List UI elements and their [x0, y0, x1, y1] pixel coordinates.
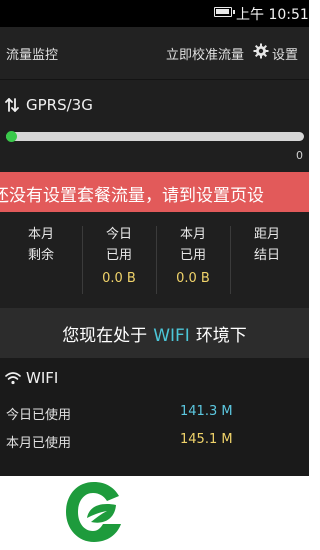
stat-label-line2: 已用 [179, 248, 206, 263]
gprs-usage-progress-bar [6, 132, 304, 141]
stat-label-line2: 剩余 [27, 248, 54, 263]
gear-icon[interactable] [253, 43, 269, 59]
page-title: 流量监控 [6, 48, 59, 63]
stat-label-line2: 已用 [105, 248, 132, 263]
gprs-progress-value: 0 [296, 149, 303, 162]
stat-label-line1: 今日 [105, 227, 132, 242]
gprs-section: GPRS/3G 0 还没有设置套餐流量，请到设置页设 本月 剩余 今日 已用 0… [0, 80, 309, 308]
settings-button[interactable]: 设置 [272, 44, 298, 63]
gprs-title: GPRS/3G [26, 96, 93, 114]
stat-label-line1: 本月 [27, 227, 54, 242]
status-time: 上午 10:51 [236, 7, 309, 23]
environment-suffix: 环境下 [195, 326, 247, 346]
traffic-monitor-app: 上午 10:51 流量监控 立即校准流量 设置 GPRS/3G 0 还没有设置套… [0, 0, 309, 476]
logo-area [58, 476, 309, 550]
wifi-month-label: 本月已使用 [6, 436, 72, 451]
network-environment-banner: 您现在处于 WIFI 环境下 [0, 308, 309, 358]
wifi-today-label: 今日已使用 [6, 408, 72, 423]
leaf-logo-icon [66, 482, 121, 542]
stat-label-line1: 本月 [179, 227, 206, 242]
wifi-title: WIFI [26, 369, 59, 387]
environment-text: 您现在处于 WIFI 环境下 [0, 321, 309, 346]
gprs-progress-indicator [6, 131, 17, 142]
stat-label-line1: 距月 [253, 227, 280, 242]
battery-icon [214, 7, 235, 17]
environment-network: WIFI [153, 326, 190, 346]
blank-margin [0, 476, 58, 550]
wifi-today-value: 141.3 M [180, 404, 233, 419]
warning-text: 还没有设置套餐流量，请到设置页设 [0, 186, 264, 206]
stat-value: 0.0 B [176, 271, 210, 286]
app-header: 流量监控 立即校准流量 设置 [0, 27, 309, 79]
environment-prefix: 您现在处于 [62, 326, 148, 346]
stat-label-line2: 结日 [253, 248, 280, 263]
wifi-icon [5, 372, 21, 385]
wifi-month-value: 145.1 M [180, 432, 233, 447]
calibrate-button[interactable]: 立即校准流量 [166, 44, 244, 63]
warning-banner[interactable]: 还没有设置套餐流量，请到设置页设 [0, 172, 309, 212]
up-down-arrows-icon [5, 98, 19, 112]
stat-month-remaining: 本月 剩余 [0, 224, 82, 304]
stat-today-used: 今日 已用 0.0 B [82, 224, 156, 304]
status-bar: 上午 10:51 [0, 0, 309, 27]
stat-value: 0.0 B [102, 271, 136, 286]
wifi-section: WIFI 今日已使用 141.3 M 本月已使用 145.1 M [0, 358, 309, 476]
gprs-stats: 本月 剩余 今日 已用 0.0 B 本月 已用 0.0 B 距月 结日 [0, 224, 309, 304]
stat-days-to-billing: 距月 结日 [230, 224, 304, 304]
stat-month-used: 本月 已用 0.0 B [156, 224, 230, 304]
